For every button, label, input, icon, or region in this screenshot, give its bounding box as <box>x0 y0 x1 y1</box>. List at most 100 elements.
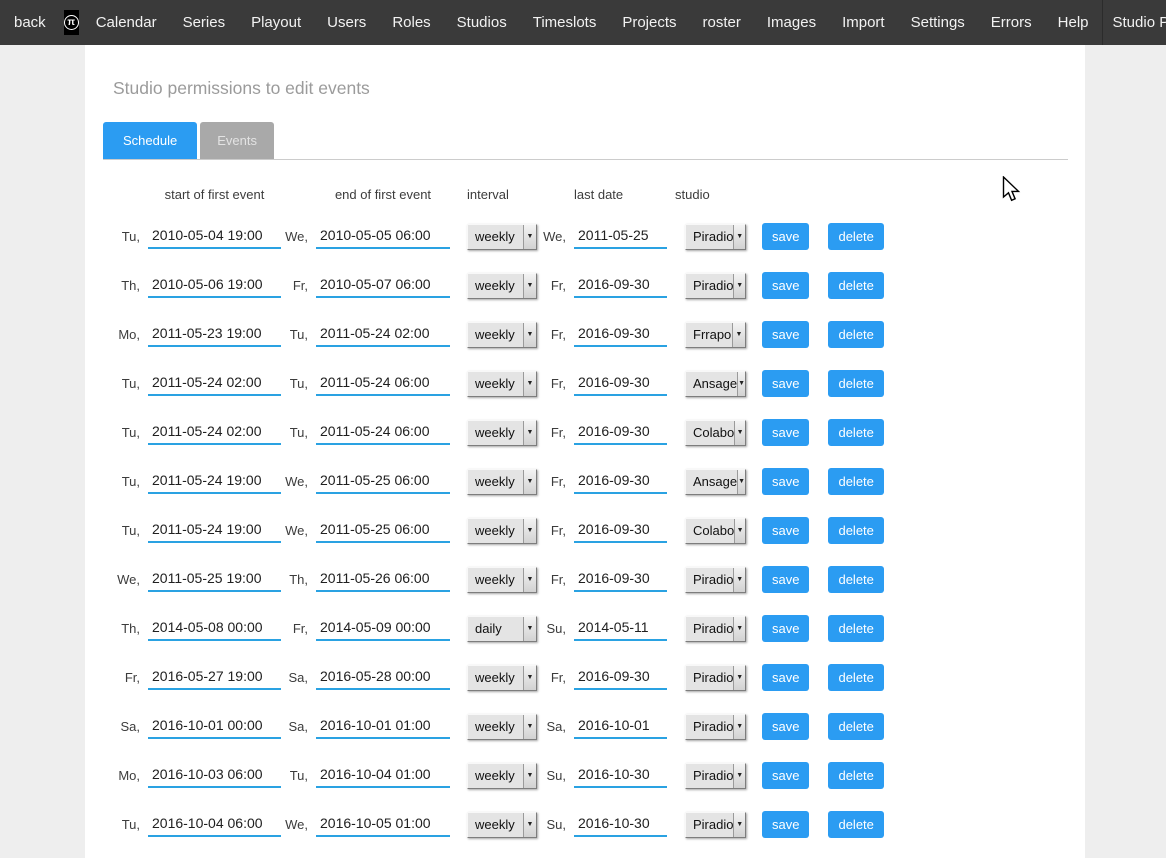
interval-select[interactable]: weekly ▼ <box>467 763 537 789</box>
end-datetime-input[interactable] <box>316 421 450 445</box>
end-datetime-input[interactable] <box>316 715 450 739</box>
save-button[interactable]: save <box>762 615 809 642</box>
delete-button[interactable]: delete <box>828 713 883 740</box>
delete-button[interactable]: delete <box>828 419 883 446</box>
end-datetime-input[interactable] <box>316 813 450 837</box>
delete-button[interactable]: delete <box>828 762 883 789</box>
save-button[interactable]: save <box>762 664 809 691</box>
save-button[interactable]: save <box>762 566 809 593</box>
nav-item[interactable]: Roles <box>379 0 443 45</box>
save-button[interactable]: save <box>762 419 809 446</box>
start-datetime-input[interactable] <box>148 568 281 592</box>
delete-button[interactable]: delete <box>828 517 883 544</box>
last-date-input[interactable] <box>574 764 667 788</box>
studio-select[interactable]: Piradio ▼ <box>685 567 746 593</box>
pi-radio-logo-icon[interactable]: π <box>64 10 79 35</box>
end-datetime-input[interactable] <box>316 372 450 396</box>
interval-select[interactable]: daily ▼ <box>467 616 537 642</box>
last-date-input[interactable] <box>574 519 667 543</box>
interval-select[interactable]: weekly ▼ <box>467 273 537 299</box>
studio-select[interactable]: Piradio ▼ <box>685 224 746 250</box>
save-button[interactable]: save <box>762 517 809 544</box>
nav-item[interactable]: Studios <box>444 0 520 45</box>
tab-schedule[interactable]: Schedule <box>103 122 197 159</box>
last-date-input[interactable] <box>574 274 667 298</box>
delete-button[interactable]: delete <box>828 370 883 397</box>
interval-select[interactable]: weekly ▼ <box>467 420 537 446</box>
save-button[interactable]: save <box>762 713 809 740</box>
delete-button[interactable]: delete <box>828 664 883 691</box>
interval-select[interactable]: weekly ▼ <box>467 518 537 544</box>
studio-select[interactable]: Colabo ▼ <box>685 420 746 446</box>
nav-item[interactable]: Help <box>1045 0 1102 45</box>
last-date-input[interactable] <box>574 372 667 396</box>
last-date-input[interactable] <box>574 715 667 739</box>
save-button[interactable]: save <box>762 223 809 250</box>
studio-select[interactable]: Piradio ▼ <box>685 763 746 789</box>
interval-select[interactable]: weekly ▼ <box>467 567 537 593</box>
nav-item[interactable]: Calendar <box>83 0 170 45</box>
studio-select[interactable]: Piradio ▼ <box>685 665 746 691</box>
studio-selector[interactable]: Studio Piradio ▼ <box>1102 0 1166 45</box>
tab-events[interactable]: Events <box>200 122 274 159</box>
start-datetime-input[interactable] <box>148 813 281 837</box>
studio-select[interactable]: Ansage ▼ <box>685 469 746 495</box>
nav-item[interactable]: Import <box>829 0 898 45</box>
start-datetime-input[interactable] <box>148 715 281 739</box>
last-date-input[interactable] <box>574 470 667 494</box>
interval-select[interactable]: weekly ▼ <box>467 224 537 250</box>
nav-item[interactable]: Errors <box>978 0 1045 45</box>
studio-select[interactable]: Ansage ▼ <box>685 371 746 397</box>
studio-select[interactable]: Piradio ▼ <box>685 812 746 838</box>
end-datetime-input[interactable] <box>316 470 450 494</box>
studio-select[interactable]: Piradio ▼ <box>685 714 746 740</box>
studio-select[interactable]: Piradio ▼ <box>685 273 746 299</box>
interval-select[interactable]: weekly ▼ <box>467 665 537 691</box>
studio-select[interactable]: Piradio ▼ <box>685 616 746 642</box>
studio-select[interactable]: Colabo ▼ <box>685 518 746 544</box>
nav-item[interactable]: Settings <box>898 0 978 45</box>
save-button[interactable]: save <box>762 468 809 495</box>
start-datetime-input[interactable] <box>148 323 281 347</box>
last-date-input[interactable] <box>574 421 667 445</box>
nav-item[interactable]: roster <box>690 0 754 45</box>
nav-item[interactable]: Projects <box>609 0 689 45</box>
end-datetime-input[interactable] <box>316 323 450 347</box>
interval-select[interactable]: weekly ▼ <box>467 469 537 495</box>
nav-item[interactable]: Timeslots <box>520 0 610 45</box>
last-date-input[interactable] <box>574 666 667 690</box>
end-datetime-input[interactable] <box>316 568 450 592</box>
save-button[interactable]: save <box>762 811 809 838</box>
studio-select[interactable]: Frrapo ▼ <box>685 322 746 348</box>
end-datetime-input[interactable] <box>316 764 450 788</box>
last-date-input[interactable] <box>574 225 667 249</box>
start-datetime-input[interactable] <box>148 617 281 641</box>
interval-select[interactable]: weekly ▼ <box>467 812 537 838</box>
save-button[interactable]: save <box>762 321 809 348</box>
last-date-input[interactable] <box>574 568 667 592</box>
nav-item[interactable]: Users <box>314 0 379 45</box>
nav-item[interactable]: Images <box>754 0 829 45</box>
back-link[interactable]: back <box>0 0 60 45</box>
nav-item[interactable]: Playout <box>238 0 314 45</box>
start-datetime-input[interactable] <box>148 666 281 690</box>
delete-button[interactable]: delete <box>828 566 883 593</box>
save-button[interactable]: save <box>762 272 809 299</box>
save-button[interactable]: save <box>762 762 809 789</box>
start-datetime-input[interactable] <box>148 372 281 396</box>
interval-select[interactable]: weekly ▼ <box>467 371 537 397</box>
start-datetime-input[interactable] <box>148 470 281 494</box>
start-datetime-input[interactable] <box>148 519 281 543</box>
end-datetime-input[interactable] <box>316 617 450 641</box>
delete-button[interactable]: delete <box>828 811 883 838</box>
start-datetime-input[interactable] <box>148 225 281 249</box>
end-datetime-input[interactable] <box>316 666 450 690</box>
last-date-input[interactable] <box>574 617 667 641</box>
start-datetime-input[interactable] <box>148 764 281 788</box>
end-datetime-input[interactable] <box>316 274 450 298</box>
end-datetime-input[interactable] <box>316 225 450 249</box>
delete-button[interactable]: delete <box>828 321 883 348</box>
save-button[interactable]: save <box>762 370 809 397</box>
delete-button[interactable]: delete <box>828 615 883 642</box>
interval-select[interactable]: weekly ▼ <box>467 322 537 348</box>
